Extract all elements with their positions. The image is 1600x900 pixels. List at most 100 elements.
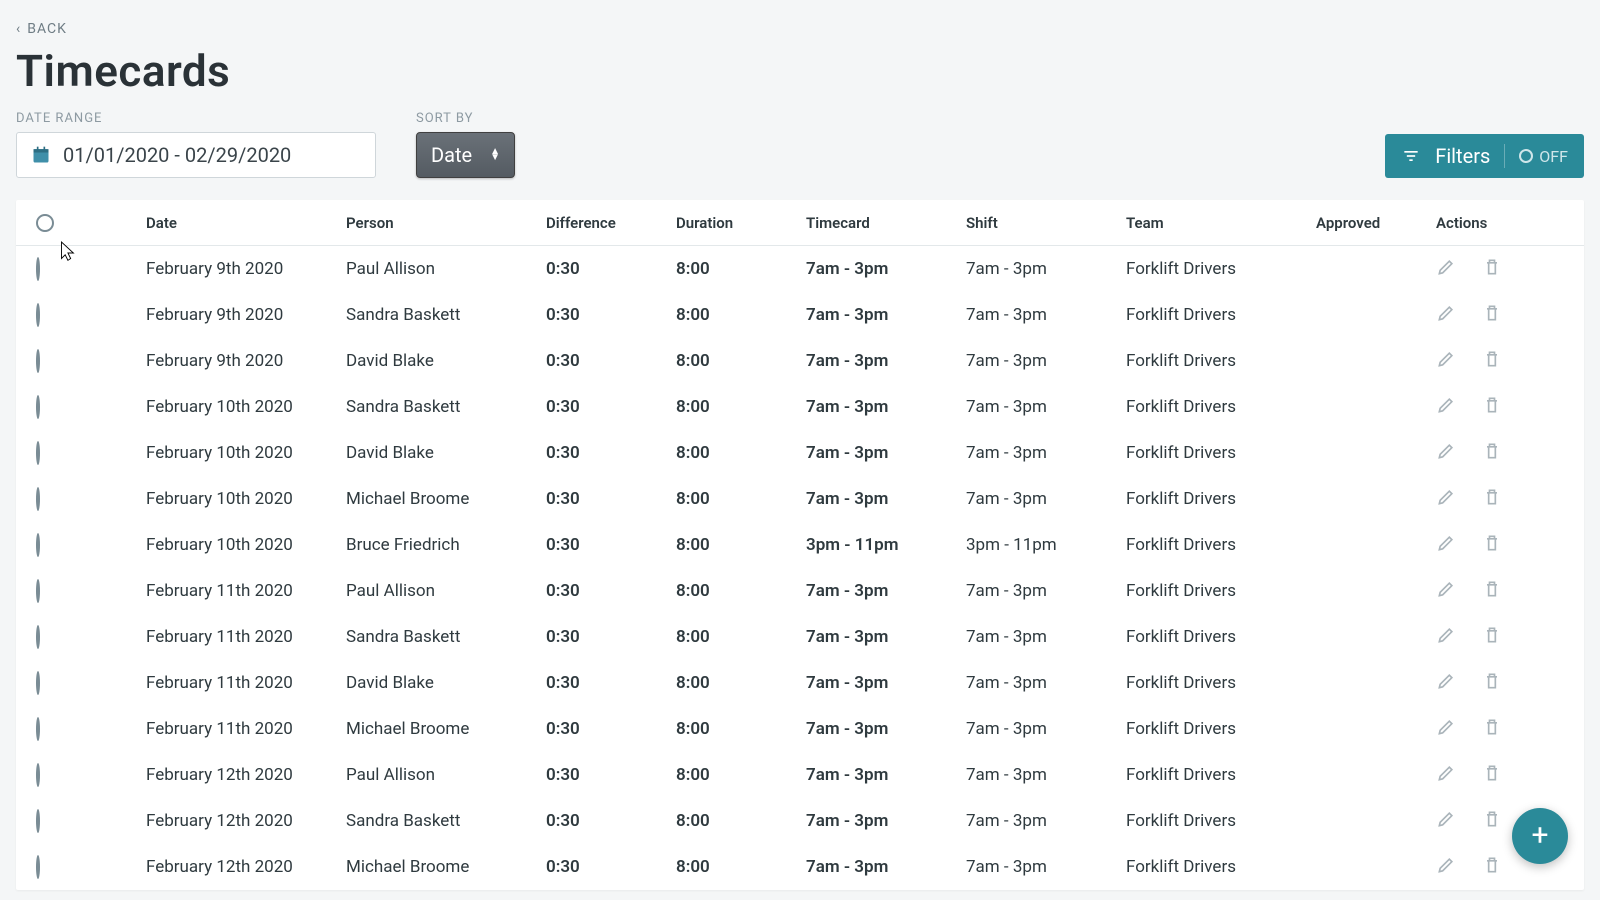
delete-button[interactable] [1482,441,1502,466]
edit-button[interactable] [1436,349,1456,374]
table-row: February 10th 2020Sandra Baskett0:308:00… [16,384,1584,430]
edit-button[interactable] [1436,303,1456,328]
cell-person: Michael Broome [346,857,546,877]
cell-date: February 11th 2020 [146,719,346,739]
cell-person: Sandra Baskett [346,397,546,417]
edit-button[interactable] [1436,257,1456,282]
cell-difference: 0:30 [546,765,676,785]
cell-duration: 8:00 [676,489,806,509]
row-select-radio[interactable] [36,487,40,511]
row-select-radio[interactable] [36,855,40,879]
edit-button[interactable] [1436,487,1456,512]
edit-button[interactable] [1436,395,1456,420]
back-button[interactable]: ‹ BACK [16,21,67,37]
delete-button[interactable] [1482,487,1502,512]
edit-button[interactable] [1436,441,1456,466]
delete-button[interactable] [1482,671,1502,696]
filters-state-toggle[interactable]: OFF [1519,147,1568,166]
delete-button[interactable] [1482,717,1502,742]
edit-button[interactable] [1436,671,1456,696]
cell-person: Michael Broome [346,719,546,739]
cell-shift: 7am - 3pm [966,351,1126,371]
edit-button[interactable] [1436,809,1456,834]
cell-difference: 0:30 [546,673,676,693]
edit-button[interactable] [1436,625,1456,650]
cell-timecard: 7am - 3pm [806,305,966,325]
col-duration[interactable]: Duration [676,214,806,232]
delete-button[interactable] [1482,395,1502,420]
delete-button[interactable] [1482,809,1502,834]
delete-button[interactable] [1482,855,1502,880]
cell-difference: 0:30 [546,259,676,279]
delete-button[interactable] [1482,763,1502,788]
cell-team: Forklift Drivers [1126,443,1316,463]
col-approved[interactable]: Approved [1316,214,1436,232]
row-select-radio[interactable] [36,763,40,787]
edit-button[interactable] [1436,717,1456,742]
col-shift[interactable]: Shift [966,214,1126,232]
cell-shift: 7am - 3pm [966,489,1126,509]
col-person[interactable]: Person [346,214,546,232]
filters-button[interactable]: Filters OFF [1385,134,1584,178]
edit-button[interactable] [1436,533,1456,558]
cell-actions [1436,579,1576,604]
cell-shift: 7am - 3pm [966,765,1126,785]
cell-date: February 10th 2020 [146,397,346,417]
cell-actions [1436,533,1576,558]
row-select-radio[interactable] [36,579,40,603]
cell-person: David Blake [346,351,546,371]
delete-button[interactable] [1482,257,1502,282]
row-select-radio[interactable] [36,349,40,373]
sort-by-value: Date [431,143,472,167]
calendar-icon [31,145,51,165]
cell-timecard: 7am - 3pm [806,627,966,647]
delete-button[interactable] [1482,579,1502,604]
timecards-table: Date Person Difference Duration Timecard… [16,200,1584,890]
col-difference[interactable]: Difference [546,214,676,232]
cell-duration: 8:00 [676,535,806,555]
cell-team: Forklift Drivers [1126,857,1316,877]
cell-actions [1436,717,1576,742]
date-range-input[interactable]: 01/01/2020 - 02/29/2020 [16,132,376,178]
cell-duration: 8:00 [676,351,806,371]
cell-difference: 0:30 [546,397,676,417]
row-select-radio[interactable] [36,809,40,833]
add-button[interactable]: + [1512,808,1568,864]
cell-team: Forklift Drivers [1126,535,1316,555]
col-timecard[interactable]: Timecard [806,214,966,232]
sort-by-group: SORT BY Date ▲▼ [416,111,515,178]
delete-button[interactable] [1482,303,1502,328]
row-select-radio[interactable] [36,625,40,649]
cell-date: February 9th 2020 [146,351,346,371]
table-row: February 11th 2020Michael Broome0:308:00… [16,706,1584,752]
table-row: February 10th 2020David Blake0:308:007am… [16,430,1584,476]
cell-team: Forklift Drivers [1126,719,1316,739]
controls-bar: DATE RANGE 01/01/2020 - 02/29/2020 SORT … [16,105,1584,178]
row-select-radio[interactable] [36,441,40,465]
delete-button[interactable] [1482,625,1502,650]
cell-duration: 8:00 [676,719,806,739]
col-team[interactable]: Team [1126,214,1316,232]
cell-difference: 0:30 [546,857,676,877]
back-label: BACK [27,21,67,37]
row-select-radio[interactable] [36,303,40,327]
table-body: February 9th 2020Paul Allison0:308:007am… [16,246,1584,890]
edit-button[interactable] [1436,855,1456,880]
row-select-radio[interactable] [36,533,40,557]
delete-button[interactable] [1482,349,1502,374]
sort-by-select[interactable]: Date ▲▼ [416,132,515,178]
cell-difference: 0:30 [546,305,676,325]
date-range-label: DATE RANGE [16,111,376,126]
row-select-radio[interactable] [36,717,40,741]
row-select-radio[interactable] [36,257,40,281]
select-all-radio[interactable] [36,214,54,232]
table-row: February 12th 2020Paul Allison0:308:007a… [16,752,1584,798]
cell-duration: 8:00 [676,397,806,417]
row-select-radio[interactable] [36,671,40,695]
col-date[interactable]: Date [146,214,346,232]
edit-button[interactable] [1436,763,1456,788]
delete-button[interactable] [1482,533,1502,558]
cell-person: Sandra Baskett [346,811,546,831]
row-select-radio[interactable] [36,395,40,419]
edit-button[interactable] [1436,579,1456,604]
